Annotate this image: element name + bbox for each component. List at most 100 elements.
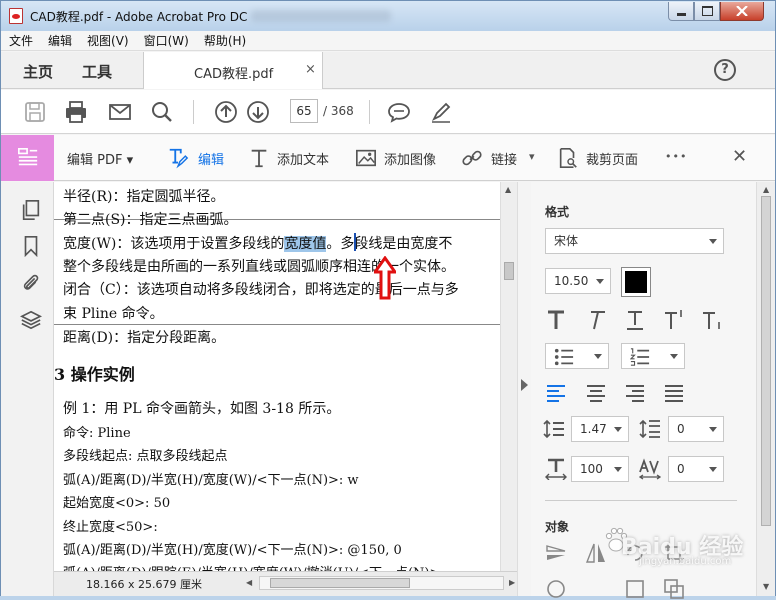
- maximize-button[interactable]: [694, 2, 720, 21]
- menu-view[interactable]: 视图(V): [87, 32, 129, 49]
- flip-horizontal-icon[interactable]: [585, 542, 607, 564]
- menu-file[interactable]: 文件: [9, 32, 33, 49]
- bold-text-icon[interactable]: [545, 309, 567, 331]
- font-size-value: 10.50: [554, 274, 589, 288]
- document-tab-label: CAD教程.pdf: [194, 67, 274, 82]
- arrange-icon[interactable]: [663, 578, 685, 600]
- horizontal-scrollbar-thumb[interactable]: [270, 578, 410, 588]
- menu-window[interactable]: 窗口(W): [144, 32, 189, 49]
- scroll-right-arrow-icon[interactable]: ▶: [509, 578, 515, 587]
- page-thumbnails-icon[interactable]: [20, 199, 42, 221]
- numbered-list-icon: [630, 348, 650, 366]
- numbered-list-select[interactable]: [621, 343, 685, 369]
- add-text-button[interactable]: 添加文本: [277, 149, 329, 168]
- close-window-button[interactable]: [720, 2, 764, 21]
- doc-line: 第二点(S)：指定三点画弧。: [63, 212, 238, 228]
- underline-text-icon[interactable]: [624, 309, 646, 331]
- crop-pages-button[interactable]: 裁剪页面: [586, 149, 638, 168]
- doc-line-with-selection[interactable]: 宽度(W)：该选项用于设置多段线的宽度值。多段线是由宽度不: [63, 233, 452, 253]
- document-page-view[interactable]: 半径(R)：指定圆弧半径。 第二点(S)：指定三点画弧。 宽度(W)：该选项用于…: [54, 182, 500, 571]
- panel-scrollbar[interactable]: ▲ ▼: [756, 182, 775, 596]
- scroll-down-arrow-icon[interactable]: ▼: [763, 582, 769, 591]
- edit-pdf-tool-tile[interactable]: [1, 135, 54, 181]
- edit-button[interactable]: 编辑: [198, 149, 224, 168]
- italic-text-icon[interactable]: [585, 309, 607, 331]
- add-image-icon: [356, 149, 376, 167]
- close-icon: [736, 6, 748, 16]
- page-number-input[interactable]: 65: [290, 99, 318, 123]
- section-heading: 3 操作实例: [54, 365, 135, 384]
- add-text-icon: [251, 149, 267, 168]
- edit-pdf-tool-icon: [18, 148, 38, 166]
- horizontal-scale-select[interactable]: 100: [571, 456, 629, 482]
- page-up-icon[interactable]: [214, 100, 238, 124]
- align-center-icon[interactable]: [585, 382, 607, 404]
- text-color-swatch[interactable]: [621, 267, 651, 297]
- bookmarks-icon[interactable]: [20, 235, 42, 257]
- document-vertical-scrollbar[interactable]: ▲: [500, 182, 517, 571]
- character-spacing-select[interactable]: 0: [668, 456, 724, 482]
- tab-tools[interactable]: 工具: [82, 61, 112, 82]
- horizontal-scale-icon: [545, 458, 567, 480]
- doc-line: 半径(R)：指定圆弧半径。: [63, 189, 225, 205]
- align-justify-icon[interactable]: [663, 382, 685, 404]
- link-button[interactable]: 链接: [491, 149, 517, 168]
- font-family-select[interactable]: 宋体: [545, 228, 724, 254]
- attachments-paperclip-icon[interactable]: [20, 272, 42, 294]
- align-right-icon[interactable]: [624, 382, 646, 404]
- scroll-up-arrow-icon[interactable]: ▲: [763, 185, 769, 194]
- watermark-url: jingyan.baidu.com: [639, 556, 732, 567]
- red-arrow-annotation-icon: [374, 256, 396, 300]
- sign-pen-icon[interactable]: [429, 100, 453, 124]
- edit-pdf-dropdown[interactable]: 编辑 PDF ▾: [67, 149, 133, 168]
- panel-splitter[interactable]: [517, 182, 531, 596]
- replace-image-icon[interactable]: [624, 578, 646, 600]
- menu-help[interactable]: 帮助(H): [204, 32, 246, 49]
- doc-line: 终止宽度<50>:: [63, 520, 158, 535]
- font-size-select[interactable]: 10.50: [545, 268, 611, 294]
- add-image-button[interactable]: 添加图像: [384, 149, 436, 168]
- page-total: / 368: [323, 104, 354, 118]
- scroll-up-arrow-icon[interactable]: ▲: [505, 185, 511, 194]
- flip-vertical-icon[interactable]: [545, 542, 567, 564]
- character-spacing-value: 0: [677, 462, 685, 476]
- superscript-icon[interactable]: [663, 309, 685, 331]
- subscript-icon[interactable]: [701, 309, 723, 331]
- circle-shape-icon[interactable]: [545, 578, 567, 600]
- toolbar-separator: [369, 100, 370, 124]
- horizontal-scrollbar[interactable]: [259, 576, 504, 590]
- close-edit-toolbar-button[interactable]: ✕: [732, 146, 747, 167]
- selected-text[interactable]: 宽度值: [284, 236, 327, 252]
- page-down-icon[interactable]: [246, 100, 270, 124]
- tab-home[interactable]: 主页: [23, 61, 53, 82]
- tab-document[interactable]: CAD教程.pdf ×: [143, 52, 323, 89]
- menu-edit[interactable]: 编辑: [48, 32, 72, 49]
- line-spacing-select[interactable]: 1.47: [571, 416, 629, 442]
- help-icon[interactable]: ?: [714, 59, 736, 81]
- bullet-list-select[interactable]: [545, 343, 609, 369]
- collapse-panel-arrow-icon[interactable]: [521, 379, 528, 391]
- email-icon[interactable]: [108, 100, 132, 124]
- link-dropdown-caret[interactable]: ▾: [529, 150, 535, 163]
- save-icon[interactable]: [23, 100, 47, 124]
- paragraph-spacing-select[interactable]: 0: [668, 416, 724, 442]
- search-icon[interactable]: [150, 100, 174, 124]
- align-left-icon[interactable]: [545, 382, 567, 404]
- panel-scrollbar-thumb[interactable]: [761, 196, 771, 526]
- scrollbar-thumb[interactable]: [504, 262, 514, 280]
- layers-icon[interactable]: [20, 309, 42, 331]
- more-options-button[interactable]: •••: [665, 150, 687, 163]
- edit-pdf-toolbar: 编辑 PDF ▾ 编辑 添加文本 添加图像 链接 ▾ 裁剪页面 ••• ✕: [1, 135, 775, 181]
- left-navigation-rail: [1, 182, 54, 596]
- doc-line: 例 1：用 PL 命令画箭头，如图 3-18 所示。: [63, 401, 341, 417]
- object-section-title: 对象: [545, 520, 570, 534]
- doc-line: 整个多段线是由所画的一系列直线或圆弧顺序相连的一个实体。: [63, 259, 455, 275]
- scroll-left-arrow-icon[interactable]: ◀: [246, 578, 252, 587]
- doc-line: 弧(A)/距离(D)/跟踪(E)/半宽(H)/宽度(W)/撤消(U)/<下一点(…: [63, 562, 445, 571]
- chevron-down-icon: [709, 467, 717, 472]
- minimize-button[interactable]: [668, 2, 694, 21]
- close-tab-button[interactable]: ×: [305, 62, 316, 77]
- comment-icon[interactable]: [387, 100, 411, 124]
- print-icon[interactable]: [64, 100, 88, 124]
- chevron-down-icon: [709, 239, 717, 244]
